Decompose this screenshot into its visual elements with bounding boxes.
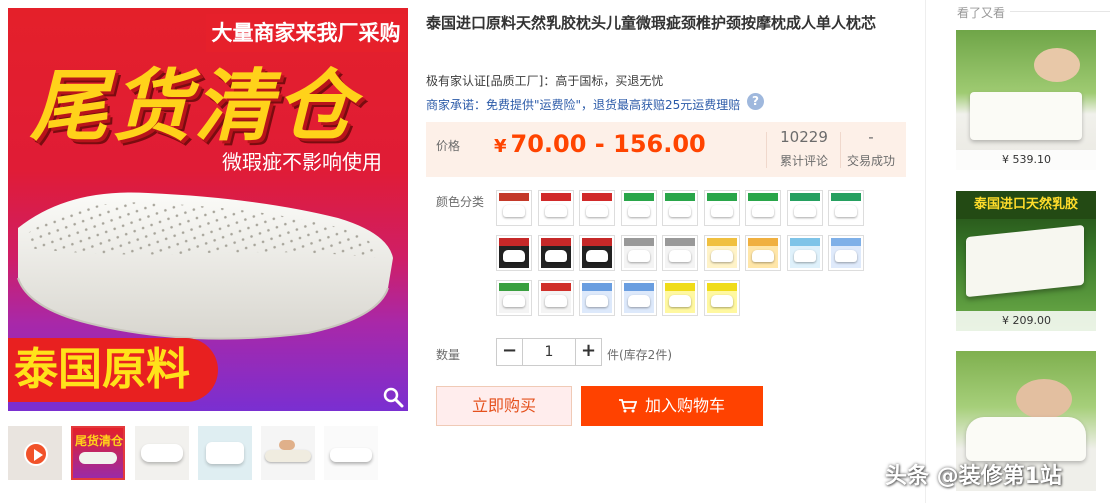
rail-title: 看了又看 xyxy=(957,6,1006,20)
color-swatch[interactable] xyxy=(620,235,657,271)
divider xyxy=(766,132,767,168)
color-swatch[interactable] xyxy=(537,190,574,226)
origin-badge: 泰国原料 xyxy=(8,338,218,402)
buy-now-button[interactable]: 立即购买 xyxy=(436,386,572,426)
thumbnail-image[interactable] xyxy=(324,426,378,480)
deals-count: - xyxy=(868,128,874,146)
clearance-title: 尾货清仓 xyxy=(30,62,359,152)
recommended-item[interactable]: ¥ 539.10 xyxy=(956,30,1096,170)
color-swatch[interactable] xyxy=(620,190,657,226)
color-swatch[interactable] xyxy=(579,235,615,271)
color-swatch[interactable] xyxy=(537,235,574,271)
zoom-icon[interactable] xyxy=(382,386,404,408)
thumbnail-image[interactable] xyxy=(135,426,189,480)
reviews-count[interactable]: 10229 xyxy=(768,128,840,146)
color-swatch[interactable] xyxy=(537,280,574,316)
recommended-item-price: ¥ 539.10 xyxy=(956,150,1096,170)
color-swatch[interactable] xyxy=(703,235,740,271)
color-swatch[interactable] xyxy=(496,235,532,271)
recommended-item-price: ¥ 209.00 xyxy=(956,311,1096,331)
quantity-decrease-button[interactable]: − xyxy=(497,339,523,365)
thumbnail-image[interactable]: 尾货清仓 xyxy=(71,426,125,480)
quantity-label: 数量 xyxy=(436,348,461,362)
certification-text: 极有家认证[品质工厂]：高于国标，买退无忧 xyxy=(426,74,664,88)
recommended-item[interactable]: 泰国进口天然乳胶 ¥ 209.00 xyxy=(956,191,1096,331)
color-swatch[interactable] xyxy=(703,280,740,316)
quantity-increase-button[interactable]: + xyxy=(575,339,601,365)
add-to-cart-label: 加入购物车 xyxy=(644,396,725,415)
cart-icon xyxy=(618,399,637,413)
color-options-label: 颜色分类 xyxy=(436,195,485,209)
color-swatch[interactable] xyxy=(496,190,532,226)
price-panel: 价格 ¥70.00 - 156.00 10229 累计评论 - 交易成功 xyxy=(426,122,906,177)
play-icon[interactable] xyxy=(24,442,48,466)
color-swatch[interactable] xyxy=(620,280,657,316)
main-product-image[interactable]: 大量商家来我厂采购 尾货清仓 微瑕疵不影响使用 泰国原料 xyxy=(8,8,408,411)
color-swatch[interactable] xyxy=(662,235,698,271)
price-label: 价格 xyxy=(436,139,461,153)
color-swatch[interactable] xyxy=(579,190,615,226)
color-swatch[interactable] xyxy=(828,190,864,226)
color-swatch[interactable] xyxy=(662,190,698,226)
seller-promise-link[interactable]: 商家承诺：免费提供"运费险"，退货最高获赔25元运费理赔 xyxy=(426,96,740,113)
color-swatch[interactable] xyxy=(496,280,532,316)
add-to-cart-button[interactable]: 加入购物车 xyxy=(581,386,763,426)
color-swatch[interactable] xyxy=(828,235,864,271)
product-title: 泰国进口原料天然乳胶枕头儿童微瑕疵颈椎护颈按摩枕成人单人枕芯 xyxy=(426,14,877,32)
color-swatch[interactable] xyxy=(579,280,615,316)
watermark-text: 头条 @装修第1站 xyxy=(885,464,1062,489)
color-swatch[interactable] xyxy=(786,235,823,271)
quantity-input[interactable] xyxy=(524,339,574,365)
price-value: ¥70.00 - 156.00 xyxy=(494,130,706,158)
currency-symbol: ¥ xyxy=(494,136,507,157)
thumbnail-image[interactable] xyxy=(198,426,252,480)
thumbnail-image[interactable] xyxy=(261,426,315,480)
stock-text: 件(库存2件) xyxy=(607,348,672,362)
color-swatch[interactable] xyxy=(662,280,698,316)
thumbnail-video[interactable] xyxy=(8,426,62,480)
help-icon[interactable]: ? xyxy=(747,93,764,110)
color-swatch[interactable] xyxy=(786,190,823,226)
pillow-illustration xyxy=(17,192,393,340)
recommended-item-banner: 泰国进口天然乳胶 xyxy=(956,191,1096,219)
rail-divider xyxy=(925,0,926,503)
thumbnail-caption: 尾货清仓 xyxy=(75,434,124,448)
color-swatch[interactable] xyxy=(745,190,781,226)
color-swatch[interactable] xyxy=(745,235,781,271)
reviews-label[interactable]: 累计评论 xyxy=(768,152,840,169)
deals-label: 交易成功 xyxy=(846,154,895,168)
price-range: 70.00 - 156.00 xyxy=(510,130,706,158)
color-swatch[interactable] xyxy=(703,190,740,226)
quantity-stepper: − + xyxy=(496,338,602,366)
rail-title-line xyxy=(1010,11,1110,12)
